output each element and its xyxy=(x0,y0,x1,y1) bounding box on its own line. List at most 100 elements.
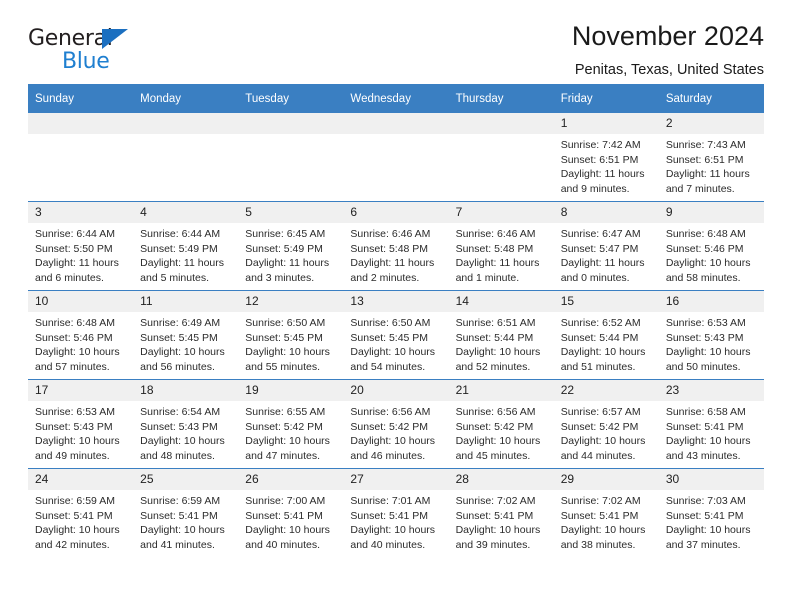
weekday-header-tuesday: Tuesday xyxy=(238,84,344,113)
day-number: 24 xyxy=(28,469,134,490)
daylight-text: Daylight: 10 hours xyxy=(560,346,646,359)
calendar-day-cell[interactable]: 13 Sunrise: 6:50 AM Sunset: 5:45 PM Dayligh… xyxy=(343,290,449,380)
sunset-text: Sunset: 5:41 PM xyxy=(245,509,323,522)
weekday-header-sunday: Sunday xyxy=(28,84,134,113)
calendar-day-cell[interactable]: 24 Sunrise: 6:59 AM Sunset: 5:41 PM Dayligh… xyxy=(28,468,134,557)
calendar-day-cell[interactable]: 20 Sunrise: 6:56 AM Sunset: 5:42 PM Dayligh… xyxy=(343,379,449,469)
daylight-text: Daylight: 10 hours xyxy=(560,524,646,537)
sunset-text: Sunset: 5:43 PM xyxy=(35,420,113,433)
calendar-day-cell[interactable]: 11 Sunrise: 6:49 AM Sunset: 5:45 PM Dayligh… xyxy=(133,290,239,380)
day-sun-info: Sunrise: 7:42 AM Sunset: 6:51 PM Daylight:… xyxy=(554,134,659,196)
day-sun-info: Sunrise: 6:48 AM Sunset: 5:46 PM Daylight:… xyxy=(659,223,764,285)
sunrise-text: Sunrise: 7:42 AM xyxy=(560,139,641,151)
day-number: 5 xyxy=(238,202,344,223)
calendar-day-cell[interactable]: 9 Sunrise: 6:48 AM Sunset: 5:46 PM Daylight… xyxy=(658,201,764,291)
daylight-text: Daylight: 10 hours xyxy=(455,435,541,448)
day-number: 9 xyxy=(658,202,764,223)
calendar-empty-cell xyxy=(133,113,239,202)
daylight-text-cont: and 40 minutes. xyxy=(350,538,426,551)
sunset-text: Sunset: 5:48 PM xyxy=(455,242,534,255)
daylight-text-cont: and 6 minutes. xyxy=(35,271,104,284)
sunset-text: Sunset: 5:49 PM xyxy=(140,242,218,255)
calendar-day-cell[interactable]: 22 Sunrise: 6:57 AM Sunset: 5:42 PM Dayligh… xyxy=(553,379,659,469)
calendar-day-cell[interactable]: 14 Sunrise: 6:51 AM Sunset: 5:44 PM Dayligh… xyxy=(448,290,554,380)
day-sun-info: Sunrise: 6:44 AM Sunset: 5:50 PM Daylight:… xyxy=(28,223,133,285)
calendar-day-cell[interactable]: 27 Sunrise: 7:01 AM Sunset: 5:41 PM Dayligh… xyxy=(343,468,449,557)
day-number: 7 xyxy=(448,202,554,223)
daylight-text: Daylight: 11 hours xyxy=(245,257,330,270)
calendar-day-cell[interactable]: 30 Sunrise: 7:03 AM Sunset: 5:41 PM Dayligh… xyxy=(658,468,764,557)
sunset-text: Sunset: 5:41 PM xyxy=(35,509,113,522)
calendar-empty-cell xyxy=(343,113,449,202)
title-block: November 2024 Penitas, Texas, United Sta… xyxy=(572,21,764,79)
calendar-day-cell[interactable]: 3 Sunrise: 6:44 AM Sunset: 5:50 PM Daylight… xyxy=(28,201,134,291)
daylight-text: Daylight: 10 hours xyxy=(245,435,330,448)
day-sun-info: Sunrise: 6:55 AM Sunset: 5:42 PM Daylight:… xyxy=(238,401,343,463)
calendar-day-cell[interactable]: 16 Sunrise: 6:53 AM Sunset: 5:43 PM Dayligh… xyxy=(658,290,764,380)
sunset-text: Sunset: 5:47 PM xyxy=(560,242,639,255)
calendar-day-cell[interactable]: 28 Sunrise: 7:02 AM Sunset: 5:41 PM Dayligh… xyxy=(448,468,554,557)
daylight-text: Daylight: 10 hours xyxy=(455,346,541,359)
calendar-day-cell[interactable]: 23 Sunrise: 6:58 AM Sunset: 5:41 PM Dayligh… xyxy=(658,379,764,469)
calendar-day-cell[interactable]: 21 Sunrise: 6:56 AM Sunset: 5:42 PM Dayligh… xyxy=(448,379,554,469)
day-number: 1 xyxy=(553,113,659,134)
day-number: 21 xyxy=(448,380,554,401)
calendar-day-cell[interactable]: 18 Sunrise: 6:54 AM Sunset: 5:43 PM Dayligh… xyxy=(133,379,239,469)
daylight-text-cont: and 37 minutes. xyxy=(665,538,741,551)
daylight-text-cont: and 52 minutes. xyxy=(455,360,531,373)
daylight-text-cont: and 54 minutes. xyxy=(350,360,426,373)
calendar-day-cell[interactable]: 19 Sunrise: 6:55 AM Sunset: 5:42 PM Dayligh… xyxy=(238,379,344,469)
day-number: 16 xyxy=(658,291,764,312)
sunrise-text: Sunrise: 6:44 AM xyxy=(140,228,221,240)
sunset-text: Sunset: 5:44 PM xyxy=(560,331,639,344)
calendar-day-cell[interactable]: 17 Sunrise: 6:53 AM Sunset: 5:43 PM Dayligh… xyxy=(28,379,134,469)
day-sun-info: Sunrise: 6:48 AM Sunset: 5:46 PM Daylight:… xyxy=(28,312,133,374)
sunrise-text: Sunrise: 6:55 AM xyxy=(245,406,326,418)
sunset-text: Sunset: 5:41 PM xyxy=(665,420,744,433)
calendar-day-cell[interactable]: 15 Sunrise: 6:52 AM Sunset: 5:44 PM Dayligh… xyxy=(553,290,659,380)
day-sun-info: Sunrise: 6:56 AM Sunset: 5:42 PM Daylight:… xyxy=(449,401,554,463)
calendar-day-cell[interactable]: 10 Sunrise: 6:48 AM Sunset: 5:46 PM Dayligh… xyxy=(28,290,134,380)
calendar-week-row: 1 Sunrise: 7:42 AM Sunset: 6:51 PM Daylight… xyxy=(28,113,764,202)
daylight-text: Daylight: 10 hours xyxy=(140,346,225,359)
calendar-day-cell[interactable]: 6 Sunrise: 6:46 AM Sunset: 5:48 PM Daylight… xyxy=(343,201,449,291)
daylight-text: Daylight: 10 hours xyxy=(455,524,541,537)
day-number: 23 xyxy=(658,380,764,401)
calendar-day-cell[interactable]: 25 Sunrise: 6:59 AM Sunset: 5:41 PM Dayligh… xyxy=(133,468,239,557)
daylight-text: Daylight: 11 hours xyxy=(560,257,645,270)
day-number: 2 xyxy=(658,113,764,134)
day-number xyxy=(343,113,449,134)
calendar-day-cell[interactable]: 1 Sunrise: 7:42 AM Sunset: 6:51 PM Daylight… xyxy=(553,113,659,202)
daylight-text-cont: and 5 minutes. xyxy=(140,271,210,284)
day-sun-info: Sunrise: 6:49 AM Sunset: 5:45 PM Daylight:… xyxy=(133,312,238,374)
calendar-day-cell[interactable]: 7 Sunrise: 6:46 AM Sunset: 5:48 PM Daylight… xyxy=(448,201,554,291)
calendar-day-cell[interactable]: 5 Sunrise: 6:45 AM Sunset: 5:49 PM Daylight… xyxy=(238,201,344,291)
calendar-week-row: 3 Sunrise: 6:44 AM Sunset: 5:50 PM Daylight… xyxy=(28,201,764,291)
sunrise-text: Sunrise: 6:51 AM xyxy=(455,317,536,329)
daylight-text-cont: and 45 minutes. xyxy=(455,449,531,462)
daylight-text: Daylight: 10 hours xyxy=(665,435,751,448)
calendar-empty-cell xyxy=(28,113,134,202)
brand-logo[interactable]: General Blue xyxy=(28,22,148,73)
daylight-text: Daylight: 11 hours xyxy=(140,257,224,270)
brand-name-blue: Blue xyxy=(62,49,110,74)
sunset-text: Sunset: 5:41 PM xyxy=(350,509,429,522)
sunrise-text: Sunrise: 6:44 AM xyxy=(35,228,115,240)
calendar-day-cell[interactable]: 2 Sunrise: 7:43 AM Sunset: 6:51 PM Daylight… xyxy=(658,113,764,202)
calendar-day-cell[interactable]: 12 Sunrise: 6:50 AM Sunset: 5:45 PM Dayligh… xyxy=(238,290,344,380)
weekday-header-thursday: Thursday xyxy=(448,84,554,113)
calendar-day-cell[interactable]: 4 Sunrise: 6:44 AM Sunset: 5:49 PM Daylight… xyxy=(133,201,239,291)
day-number: 12 xyxy=(238,291,344,312)
calendar-day-cell[interactable]: 29 Sunrise: 7:02 AM Sunset: 5:41 PM Dayligh… xyxy=(553,468,659,557)
daylight-text-cont: and 40 minutes. xyxy=(245,538,320,551)
calendar-day-cell[interactable]: 26 Sunrise: 7:00 AM Sunset: 5:41 PM Dayligh… xyxy=(238,468,344,557)
daylight-text-cont: and 51 minutes. xyxy=(560,360,636,373)
daylight-text: Daylight: 10 hours xyxy=(560,435,646,448)
sunrise-text: Sunrise: 6:50 AM xyxy=(245,317,326,329)
daylight-text: Daylight: 10 hours xyxy=(665,346,751,359)
sunset-text: Sunset: 5:49 PM xyxy=(245,242,323,255)
calendar-day-cell[interactable]: 8 Sunrise: 6:47 AM Sunset: 5:47 PM Daylight… xyxy=(553,201,659,291)
calendar-page: General Blue November 2024 Penitas, Texa… xyxy=(0,0,792,612)
sunrise-text: Sunrise: 6:56 AM xyxy=(350,406,431,418)
daylight-text: Daylight: 10 hours xyxy=(35,346,120,359)
